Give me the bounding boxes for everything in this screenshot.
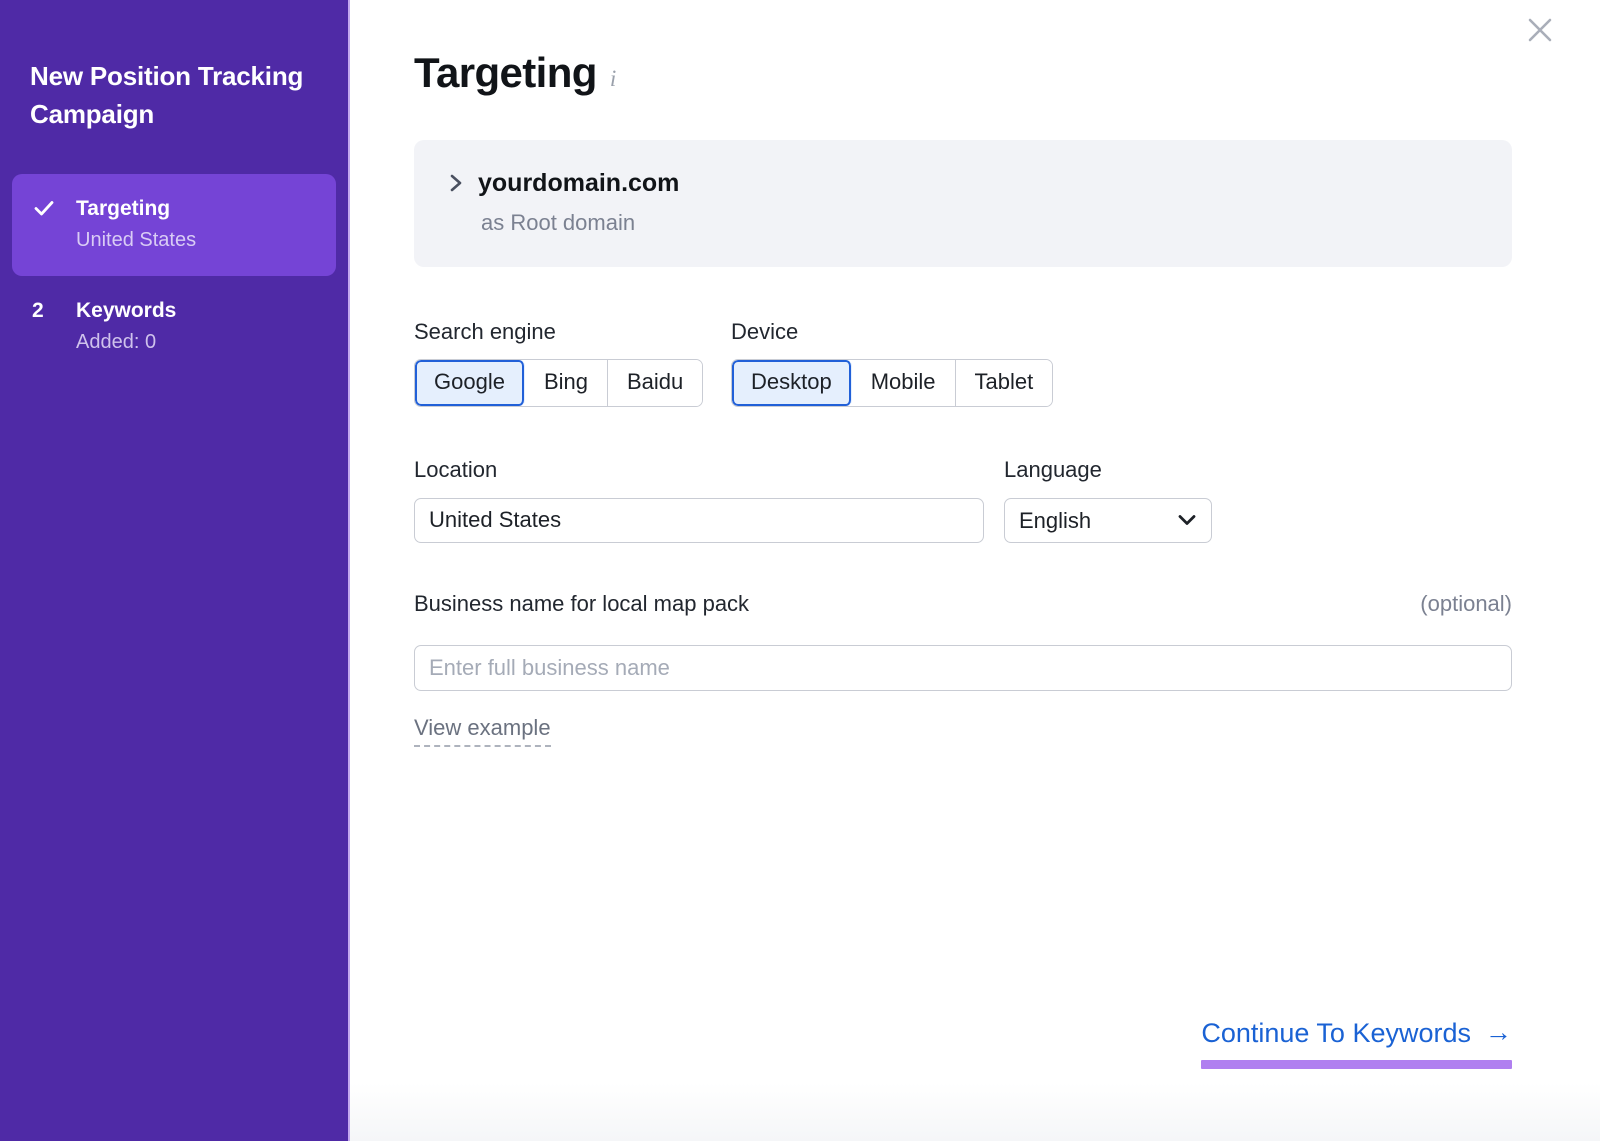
arrow-right-icon: → [1485, 1019, 1512, 1046]
sidebar-step-targeting[interactable]: Targeting United States [12, 174, 336, 276]
location-language-row: Location Language English [414, 457, 1512, 542]
device-field: Device Desktop Mobile Tablet [731, 319, 1053, 408]
step-marker-keywords: 2 [30, 298, 76, 324]
search-engine-option-bing[interactable]: Bing [525, 360, 608, 406]
step-body-keywords: Keywords Added: 0 [76, 298, 176, 354]
search-engine-option-google[interactable]: Google [415, 360, 525, 406]
check-icon [32, 196, 56, 220]
view-example-link[interactable]: View example [414, 715, 551, 746]
step-sub-keywords: Added: 0 [76, 330, 176, 354]
step-marker-targeting [30, 196, 76, 227]
search-engine-toggle-group: Google Bing Baidu [414, 359, 703, 407]
location-field: Location [414, 457, 984, 542]
close-button[interactable] [1518, 8, 1562, 52]
search-engine-field: Search engine Google Bing Baidu [414, 319, 731, 408]
page-title: Targeting [414, 50, 597, 96]
business-name-input[interactable] [414, 645, 1512, 691]
campaign-title: New Position Tracking Campaign [12, 58, 336, 134]
continue-button-label: Continue To Keywords [1201, 1017, 1471, 1049]
position-tracking-campaign-modal: New Position Tracking Campaign Targeting… [0, 0, 1600, 1141]
step-body-targeting: Targeting United States [76, 196, 196, 252]
domain-card[interactable]: yourdomain.com as Root domain [414, 140, 1512, 266]
location-label: Location [414, 457, 984, 483]
device-option-tablet[interactable]: Tablet [956, 360, 1053, 406]
continue-section: Continue To Keywords → [1201, 1017, 1512, 1069]
step-sub-targeting: United States [76, 228, 196, 252]
sidebar-step-keywords[interactable]: 2 Keywords Added: 0 [12, 276, 336, 378]
campaign-step-list: Targeting United States 2 Keywords Added… [12, 174, 336, 378]
language-field: Language English [1004, 457, 1212, 542]
bottom-fade-gradient [350, 1083, 1600, 1141]
language-label: Language [1004, 457, 1212, 483]
targeting-panel: Targeting i yourdomain.com as Root domai… [350, 0, 1600, 1141]
page-title-row: Targeting i [414, 0, 1512, 96]
info-icon[interactable]: i [610, 67, 616, 90]
campaign-sidebar: New Position Tracking Campaign Targeting… [0, 0, 350, 1141]
device-option-mobile[interactable]: Mobile [852, 360, 956, 406]
location-input[interactable] [414, 498, 984, 543]
search-engine-option-baidu[interactable]: Baidu [608, 360, 702, 406]
engine-device-row: Search engine Google Bing Baidu Device D… [414, 319, 1512, 408]
step-label-keywords: Keywords [76, 298, 176, 323]
close-icon [1525, 15, 1555, 45]
domain-scope: as Root domain [448, 210, 1478, 236]
domain-row[interactable]: yourdomain.com [448, 168, 1478, 198]
device-toggle-group: Desktop Mobile Tablet [731, 359, 1053, 407]
language-select[interactable]: English [1004, 498, 1212, 543]
optional-tag: (optional) [1420, 591, 1512, 617]
step-label-targeting: Targeting [76, 196, 196, 221]
domain-name: yourdomain.com [478, 168, 679, 198]
language-select-wrap: English [1004, 498, 1212, 543]
continue-highlight-underline [1201, 1060, 1512, 1069]
business-name-label-row: Business name for local map pack (option… [414, 591, 1512, 631]
chevron-right-icon [448, 171, 464, 195]
device-label: Device [731, 319, 1053, 345]
device-option-desktop[interactable]: Desktop [732, 360, 852, 406]
business-name-label: Business name for local map pack [414, 591, 749, 617]
search-engine-label: Search engine [414, 319, 731, 345]
continue-to-keywords-button[interactable]: Continue To Keywords → [1201, 1017, 1512, 1049]
business-name-field: Business name for local map pack (option… [414, 591, 1512, 747]
